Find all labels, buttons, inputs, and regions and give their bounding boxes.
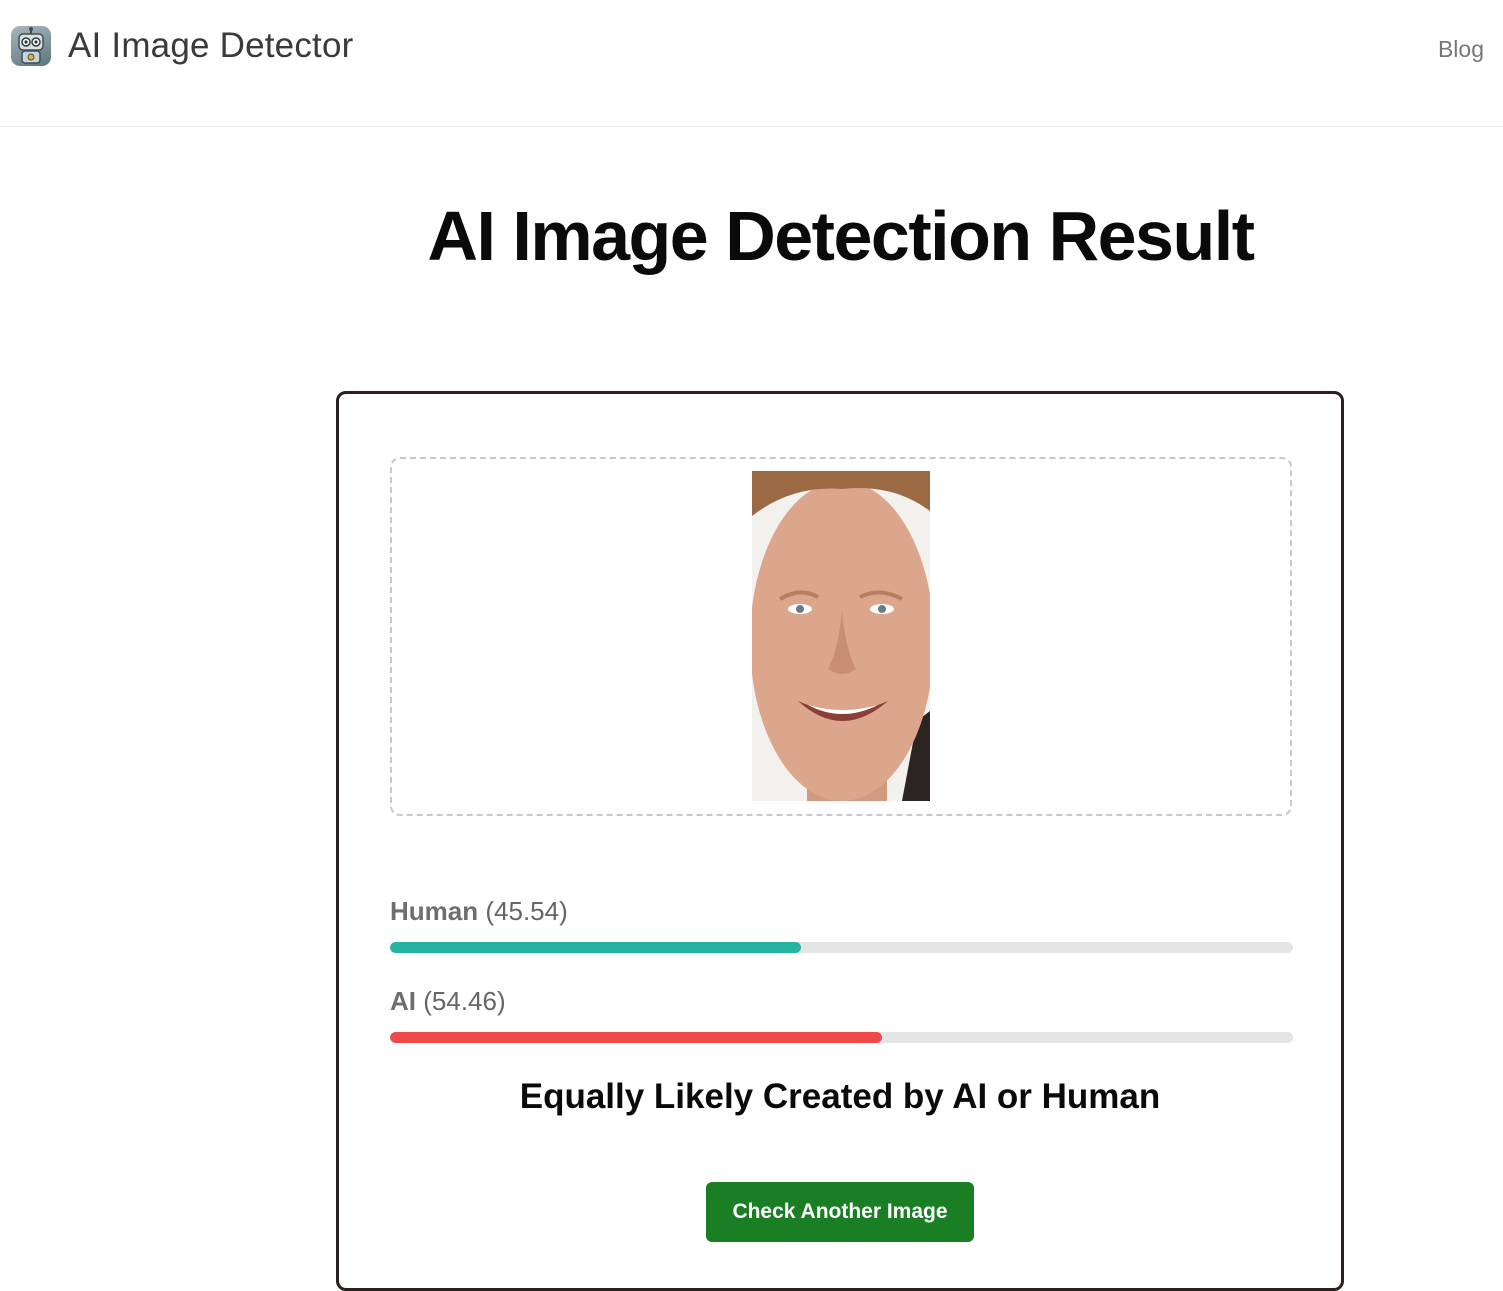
human-label-text: Human (390, 896, 479, 926)
image-preview-area (390, 457, 1292, 816)
nav-blog-link[interactable]: Blog (1438, 36, 1484, 63)
robot-icon[interactable] (11, 26, 51, 66)
check-another-image-button[interactable]: Check Another Image (706, 1182, 974, 1242)
result-card: Human (45.54) AI (54.46) Equally Likely … (336, 391, 1344, 1291)
ai-score-bar (390, 1032, 1293, 1043)
site-header: AI Image Detector Blog (0, 0, 1503, 127)
brand-name[interactable]: AI Image Detector (68, 26, 353, 66)
ai-score-label: AI (54.46) (390, 986, 506, 1017)
page-title: AI Image Detection Result (427, 197, 1255, 275)
human-score-fill (390, 942, 802, 953)
verdict-text: Equally Likely Created by AI or Human (519, 1077, 1161, 1116)
human-score-value: (45.54) (485, 896, 568, 926)
ai-label-text: AI (390, 986, 416, 1016)
uploaded-face-photo (752, 471, 930, 801)
human-score-label: Human (45.54) (390, 896, 568, 927)
ai-score-fill (390, 1032, 882, 1043)
human-score-bar (390, 942, 1293, 953)
ai-score-value: (54.46) (423, 986, 506, 1016)
